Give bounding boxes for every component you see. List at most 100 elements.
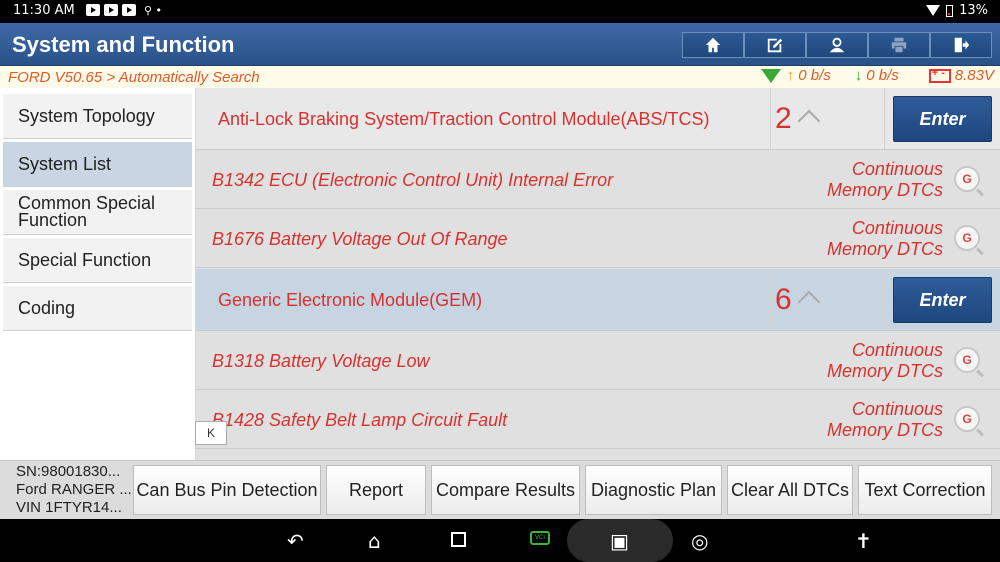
google-g-icon: G <box>962 231 972 245</box>
car-battery-icon <box>928 67 951 83</box>
dtc-row: B1676 Battery Voltage Out Of Range Conti… <box>196 209 1000 268</box>
recents-icon[interactable] <box>451 532 466 547</box>
sidebar-item-label: System Topology <box>18 105 155 126</box>
upload-rate: 0 b/s <box>798 67 831 84</box>
vehicle-info: SN:98001830... Ford RANGER ... VIN 1FTYR… <box>16 463 132 517</box>
sidebar-item-label: System List <box>18 153 112 174</box>
exit-icon <box>954 37 970 53</box>
sidebar-item-system-list[interactable]: System List <box>3 142 192 187</box>
vci-icon[interactable]: VCI <box>530 531 550 545</box>
voltage-readout: 8.83V <box>954 67 994 84</box>
dtc-status-line: Memory DTCs <box>827 180 943 200</box>
browser-icon[interactable]: ◎ <box>691 531 708 551</box>
dtc-status: Continuous Memory DTCs <box>827 340 943 382</box>
gallery-icon[interactable]: ▣ <box>610 531 629 551</box>
module-row[interactable]: Anti-Lock Braking System/Traction Contro… <box>196 88 1000 150</box>
google-search-icon[interactable]: G <box>954 166 980 192</box>
module-row[interactable]: Generic Electronic Module(GEM) 6 Enter <box>196 269 1000 331</box>
home-button[interactable] <box>682 32 744 58</box>
navigation-bar: ↶ ⌂ VCI ▣ ◎ ✝ <box>0 519 1000 562</box>
signal-icon <box>760 68 781 83</box>
collapse-sidebar-button[interactable]: K <box>195 421 227 445</box>
download-rate: 0 b/s <box>866 67 899 84</box>
sidebar-item-label: Special Function <box>18 249 152 270</box>
google-g-icon: G <box>962 412 972 426</box>
dtc-count-toggle[interactable]: 2 <box>770 88 885 149</box>
download-arrow-icon: ↓ <box>854 67 863 84</box>
google-search-icon[interactable]: G <box>954 225 980 251</box>
clear-all-dtcs-button[interactable]: Clear All DTCs <box>727 465 853 515</box>
google-g-icon: G <box>962 172 972 186</box>
action-bar: SN:98001830... Ford RANGER ... VIN 1FTYR… <box>0 460 1000 519</box>
report-button[interactable]: Report <box>326 465 426 515</box>
sidebar-item-coding[interactable]: Coding <box>3 286 192 331</box>
dtc-status: Continuous Memory DTCs <box>827 218 943 260</box>
notification-icons: ⚲ • <box>86 4 162 17</box>
dtc-description: B1428 Safety Belt Lamp Circuit Fault <box>212 410 508 430</box>
sidebar-item-label: Common Special Function <box>18 193 156 230</box>
dtc-row: B1318 Battery Voltage Low Continuous Mem… <box>196 331 1000 390</box>
dtc-status: Continuous Memory DTCs <box>827 159 943 201</box>
serial-number: SN:98001830... <box>16 463 121 480</box>
upload-arrow-icon: ↑ <box>786 67 795 84</box>
enter-button[interactable]: Enter <box>893 96 992 142</box>
user-icon <box>829 37 845 53</box>
exit-button[interactable] <box>930 32 992 58</box>
module-name: Anti-Lock Braking System/Traction Contro… <box>218 109 710 129</box>
dtc-count-toggle[interactable]: 6 <box>770 269 885 330</box>
dtc-count: 6 <box>775 283 792 316</box>
enter-button[interactable]: Enter <box>893 277 992 323</box>
google-g-icon: G <box>962 353 972 367</box>
chevron-up-icon <box>797 109 821 133</box>
dtc-status-line: Continuous <box>851 399 943 419</box>
dtc-status-line: Continuous <box>851 159 943 179</box>
sidebar-item-label: Coding <box>18 297 76 318</box>
back-icon[interactable]: ↶ <box>287 531 304 551</box>
can-bus-pin-detection-button[interactable]: Can Bus Pin Detection <box>133 465 321 515</box>
dtc-description: B1676 Battery Voltage Out Of Range <box>212 229 508 249</box>
battery-icon <box>946 4 954 17</box>
collapse-icon: K <box>206 426 215 440</box>
dtc-description: B1318 Battery Voltage Low <box>212 351 430 371</box>
dtc-status-line: Continuous <box>851 218 943 238</box>
dtc-row: B1342 ECU (Electronic Control Unit) Inte… <box>196 150 1000 209</box>
system-list: Anti-Lock Braking System/Traction Contro… <box>196 88 1000 460</box>
video-notification-icon <box>86 4 100 16</box>
status-bar: 11:30 AM ⚲ • 13% <box>0 0 1000 23</box>
vehicle-model: Ford RANGER ... <box>16 481 132 498</box>
sidebar-item-common-special-function[interactable]: Common Special Function <box>3 190 192 235</box>
print-icon <box>891 37 907 53</box>
accessibility-icon[interactable]: ✝ <box>855 531 872 551</box>
dtc-status-line: Memory DTCs <box>827 361 943 381</box>
sidebar-item-system-topology[interactable]: System Topology <box>3 94 192 139</box>
google-search-icon[interactable]: G <box>954 347 980 373</box>
edit-button[interactable] <box>744 32 806 58</box>
dtc-description: B1342 ECU (Electronic Control Unit) Inte… <box>212 170 614 190</box>
dtc-count: 2 <box>775 102 792 135</box>
compare-results-button[interactable]: Compare Results <box>431 465 580 515</box>
vin-number: VIN 1FTYR14... <box>16 499 122 516</box>
sidebar: System Topology System List Common Speci… <box>0 88 195 460</box>
module-name: Generic Electronic Module(GEM) <box>218 290 483 310</box>
google-search-icon[interactable]: G <box>954 406 980 432</box>
print-button[interactable] <box>868 32 930 58</box>
video-notification-icon <box>122 4 136 16</box>
usb-icon: ⚲ • <box>144 4 163 17</box>
chevron-up-icon <box>797 290 821 314</box>
app-header: System and Function <box>0 23 1000 66</box>
toolbar <box>682 32 992 58</box>
info-bar: FORD V50.65 > Automatically Search ↑ 0 b… <box>0 66 1000 88</box>
diagnostic-plan-button[interactable]: Diagnostic Plan <box>585 465 722 515</box>
user-button[interactable] <box>806 32 868 58</box>
wifi-icon <box>926 5 941 16</box>
edit-icon <box>767 38 783 53</box>
dtc-row: B1428 Safety Belt Lamp Circuit Fault Con… <box>196 390 1000 449</box>
sidebar-item-special-function[interactable]: Special Function <box>3 238 192 283</box>
connection-stats: ↑ 0 b/s ↓ 0 b/s 8.83V <box>760 67 994 84</box>
home-icon[interactable]: ⌂ <box>368 531 381 551</box>
breadcrumb: FORD V50.65 > Automatically Search <box>8 69 260 86</box>
dtc-status-line: Continuous <box>851 340 943 360</box>
dtc-status-line: Memory DTCs <box>827 420 943 440</box>
text-correction-button[interactable]: Text Correction <box>858 465 992 515</box>
home-icon <box>705 37 721 53</box>
